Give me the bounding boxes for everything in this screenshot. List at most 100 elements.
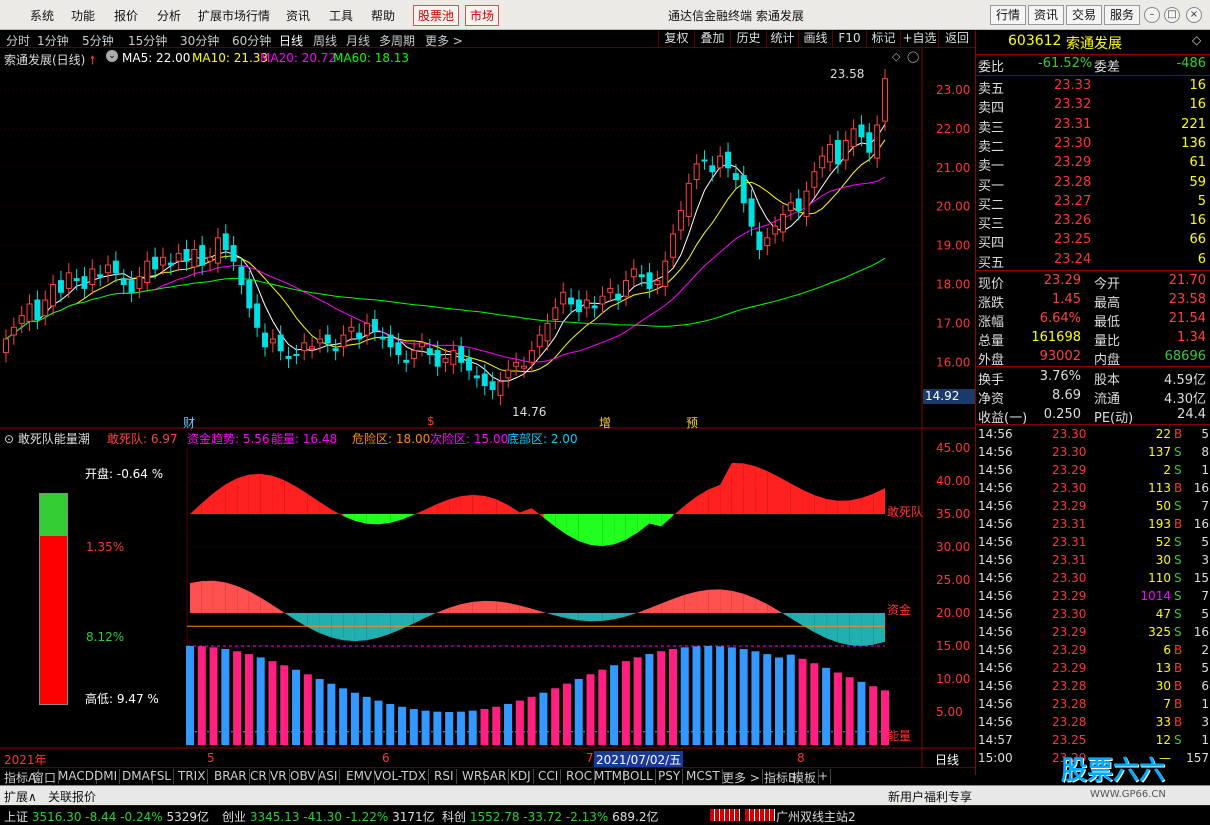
- period-daily[interactable]: 日线: [279, 32, 303, 49]
- indicator-tab-13[interactable]: VOL-TDX: [372, 769, 429, 784]
- indicator-tab-27[interactable]: +: [816, 769, 832, 784]
- restore-icon[interactable]: □: [1164, 7, 1180, 23]
- indicator-tab-22[interactable]: PSY: [656, 769, 684, 784]
- candle-body: [120, 278, 127, 285]
- period-monthly[interactable]: 月线: [346, 32, 370, 49]
- diamond-icon[interactable]: ◇: [892, 50, 900, 63]
- minimize-icon[interactable]: –: [1144, 7, 1160, 23]
- period-fenshi[interactable]: 分时: [6, 32, 30, 49]
- menu-function[interactable]: 功能: [71, 7, 95, 24]
- buy-level[interactable]: 买五 23.24 6: [976, 251, 1210, 271]
- indicator-tab-11[interactable]: ASI: [316, 769, 341, 784]
- zijin-area: [307, 613, 320, 634]
- energy-bar: [621, 661, 630, 745]
- gansidui-area: [661, 514, 673, 527]
- indicator-tab-9[interactable]: VR: [268, 769, 290, 784]
- tool-add-watch[interactable]: +自选: [900, 30, 938, 48]
- menu-quote[interactable]: 报价: [114, 7, 138, 24]
- window-title: 通达信金融终端 索通发展: [668, 9, 804, 23]
- menu-system[interactable]: 系统: [30, 7, 54, 24]
- indicator-name: 敢死队能量潮: [17, 432, 90, 446]
- tool-stats[interactable]: 统计: [766, 30, 798, 48]
- event-tag-cai[interactable]: 财: [183, 414, 195, 431]
- indicator-tab-26[interactable]: 模板: [790, 769, 820, 785]
- server-name[interactable]: 广州双线主站2: [776, 808, 856, 825]
- tool-fuquan[interactable]: 复权: [658, 30, 694, 48]
- sell-level[interactable]: 卖五 23.33 16: [976, 77, 1210, 97]
- indicator-tab-7[interactable]: BRAR: [212, 769, 250, 784]
- quote-button[interactable]: 行情: [990, 5, 1026, 25]
- indicator-tab-18[interactable]: CCI: [536, 769, 562, 784]
- indicator-title[interactable]: ⊙ 敢死队能量潮: [4, 430, 90, 447]
- indicator-tab-8[interactable]: CR: [248, 769, 270, 784]
- indicator-tab-23[interactable]: MCST: [684, 769, 723, 784]
- trade-button[interactable]: 交易: [1066, 5, 1102, 25]
- indicator-tab-5[interactable]: FSL: [148, 769, 174, 784]
- indicator-tab-3[interactable]: DMI: [92, 769, 121, 784]
- indicator-tab-1[interactable]: 窗口: [30, 769, 60, 785]
- period-30min[interactable]: 30分钟: [180, 32, 219, 49]
- sell-level[interactable]: 卖三 23.31 221: [976, 116, 1210, 136]
- period-weekly[interactable]: 周线: [313, 32, 337, 49]
- chart-area[interactable]: 23.00 22.00 21.00 20.00 19.00 18.00 17.00 16.00…: [0, 48, 975, 767]
- menu-info[interactable]: 资讯: [286, 7, 310, 24]
- buy-level[interactable]: 买一 23.28 59: [976, 174, 1210, 194]
- tab-related-quote[interactable]: 关联报价: [48, 788, 96, 805]
- news-button[interactable]: 资讯: [1028, 5, 1064, 25]
- event-tag-yu[interactable]: 预: [686, 414, 698, 431]
- buy-level[interactable]: 买三 23.26 16: [976, 212, 1210, 232]
- menu-tools[interactable]: 工具: [329, 7, 353, 24]
- indicator-tab-19[interactable]: ROC: [564, 769, 596, 784]
- tool-draw[interactable]: 画线: [798, 30, 832, 48]
- menu-ext-market[interactable]: 扩展市场行情: [198, 7, 270, 24]
- buy-level[interactable]: 买四 23.25 66: [976, 231, 1210, 251]
- tool-back[interactable]: 返回: [938, 30, 975, 48]
- indicator-tab-17[interactable]: KDJ: [508, 769, 534, 784]
- period-1min[interactable]: 1分钟: [37, 32, 69, 49]
- indicator-tab-24[interactable]: 更多 >: [720, 769, 763, 785]
- indicator-tab-10[interactable]: OBV: [288, 769, 319, 784]
- new-user-promo[interactable]: 新用户福利专享: [888, 788, 972, 805]
- event-tag-zeng[interactable]: 增: [599, 414, 611, 431]
- menu-market[interactable]: 市场: [465, 5, 500, 26]
- period-15min[interactable]: 15分钟: [128, 32, 167, 49]
- tool-mark[interactable]: 标记: [866, 30, 900, 48]
- menu-help[interactable]: 帮助: [371, 7, 395, 24]
- period-more[interactable]: 更多 >: [425, 32, 463, 49]
- menu-stock-pool[interactable]: 股票池: [413, 5, 460, 26]
- collapse-icon[interactable]: ⌄: [106, 50, 118, 62]
- indicator-tab-14[interactable]: RSI: [432, 769, 457, 784]
- tool-overlay[interactable]: 叠加: [694, 30, 730, 48]
- tool-history[interactable]: 历史: [730, 30, 766, 48]
- indicator-tab-12[interactable]: EMV: [344, 769, 376, 784]
- index-2[interactable]: 科创 1552.78 -33.72 -2.13% 689.2亿: [442, 808, 658, 825]
- time-axis-jun: 6: [382, 751, 390, 765]
- param-zijin: 资金趋势: 5.56: [187, 432, 270, 446]
- buy-level[interactable]: 买二 23.27 5: [976, 193, 1210, 213]
- scroll-up-icon[interactable]: ◯: [907, 50, 919, 63]
- candle-body: [348, 326, 355, 332]
- sell-level[interactable]: 卖一 23.29 61: [976, 154, 1210, 174]
- stat-label: 今开: [1094, 277, 1121, 292]
- period-multi[interactable]: 多周期: [379, 32, 415, 49]
- gansidui-area: [201, 492, 214, 514]
- indicator-tab-21[interactable]: BOLL: [620, 769, 656, 784]
- index-0[interactable]: 上证 3516.30 -8.44 -0.24% 5329亿: [4, 808, 209, 825]
- tool-f10[interactable]: F10: [832, 30, 866, 48]
- indicator-tab-6[interactable]: TRIX: [176, 769, 209, 784]
- menu-analysis[interactable]: 分析: [157, 7, 181, 24]
- period-5min[interactable]: 5分钟: [82, 32, 114, 49]
- tab-expand[interactable]: 扩展∧: [4, 788, 37, 805]
- tick-cell: 23.30: [1052, 445, 1087, 459]
- indicator-tab-16[interactable]: SAR: [480, 769, 510, 784]
- sell-level[interactable]: 卖四 23.32 16: [976, 96, 1210, 116]
- tick-cell: 23.29: [1052, 499, 1087, 513]
- close-icon[interactable]: ×: [1186, 7, 1202, 23]
- index-1[interactable]: 创业 3345.13 -41.30 -1.22% 3171亿: [222, 808, 435, 825]
- collapse-panel-icon[interactable]: ◇: [1192, 33, 1201, 47]
- event-tag-dividend[interactable]: $: [427, 414, 435, 428]
- period-60min[interactable]: 60分钟: [232, 32, 271, 49]
- sell-level[interactable]: 卖二 23.30 136: [976, 135, 1210, 155]
- indicator-tab-2[interactable]: MACD: [56, 769, 97, 784]
- service-button[interactable]: 服务: [1104, 5, 1140, 25]
